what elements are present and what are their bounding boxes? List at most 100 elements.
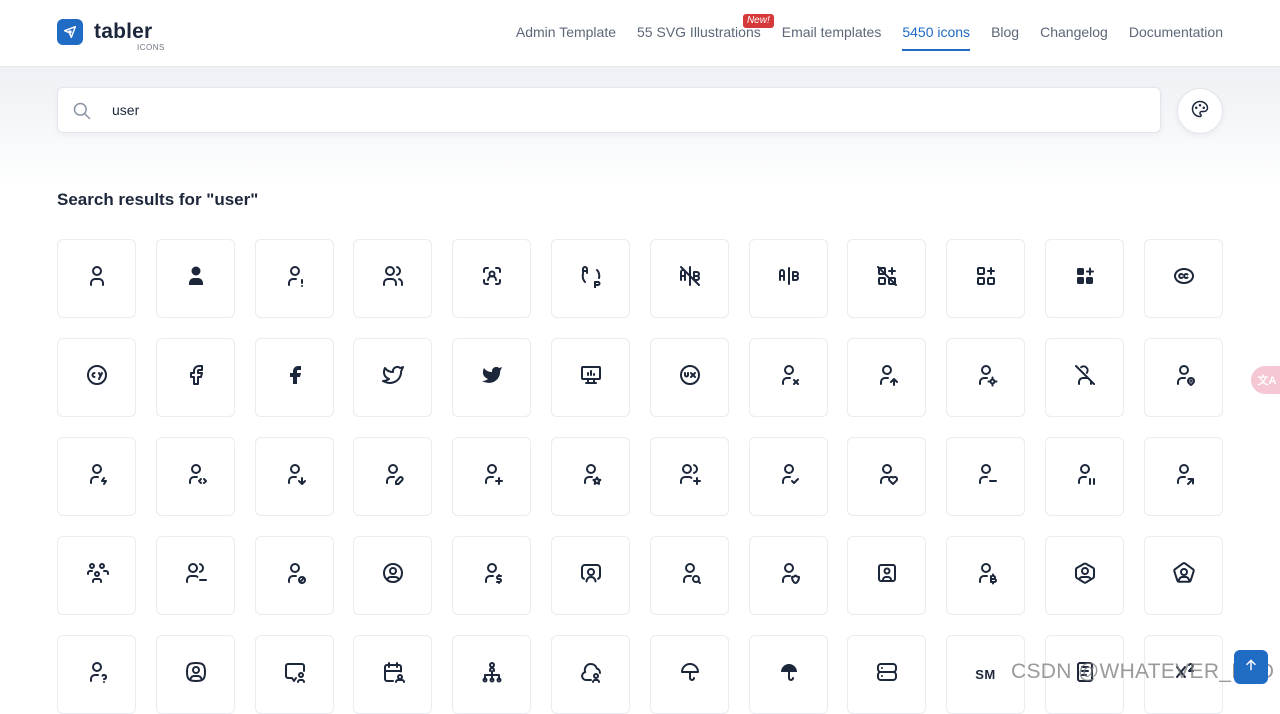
icon-tile[interactable] [57, 239, 136, 318]
nav-item-0[interactable]: Admin Template [516, 24, 616, 51]
icon-tile[interactable] [551, 635, 630, 714]
icon-tile[interactable] [452, 338, 531, 417]
icon-tile[interactable] [57, 437, 136, 516]
icon-tile[interactable] [1144, 239, 1223, 318]
results-heading: Search results for "user" [57, 190, 259, 209]
icon-tile[interactable] [946, 338, 1025, 417]
user-exclamation-icon [283, 264, 307, 293]
icon-tile[interactable] [946, 437, 1025, 516]
icon-tile[interactable] [650, 437, 729, 516]
nav-item-3[interactable]: 5450 icons [902, 24, 971, 51]
nav-item-4[interactable]: Blog [991, 24, 1019, 51]
icon-tile[interactable] [57, 635, 136, 714]
icon-tile[interactable] [156, 635, 235, 714]
nav-item-1[interactable]: 55 SVG Illustrations New! [637, 14, 774, 51]
icon-tile[interactable] [847, 635, 926, 714]
logo[interactable]: tabler ICONS [57, 19, 164, 52]
calendar-user-icon [381, 660, 405, 689]
icon-tile[interactable] [353, 338, 432, 417]
icon-tile[interactable] [650, 635, 729, 714]
icon-tile[interactable] [847, 338, 926, 417]
nav-item-label: 5450 icons [902, 24, 971, 40]
device-desktop-analytics-icon [579, 363, 603, 392]
icon-tile[interactable] [1045, 338, 1124, 417]
apps-filled-icon [1073, 264, 1097, 293]
logo-sub: ICONS [137, 43, 165, 52]
icon-tile[interactable] [1045, 239, 1124, 318]
palette-icon [1190, 99, 1210, 124]
user-pause-icon [1073, 462, 1097, 491]
icon-tile[interactable] [353, 437, 432, 516]
icon-tile[interactable] [353, 536, 432, 615]
umbrella-filled-icon [777, 660, 801, 689]
icon-tile[interactable] [1144, 437, 1223, 516]
brand-twitter-filled-icon [480, 363, 504, 392]
brand-facebook-filled-icon [283, 363, 307, 392]
user-up-icon [875, 363, 899, 392]
icon-tile[interactable] [847, 437, 926, 516]
icon-tile[interactable] [1144, 338, 1223, 417]
nav-item-6[interactable]: Documentation [1129, 24, 1223, 51]
icon-tile[interactable] [353, 239, 432, 318]
icon-tile[interactable] [353, 635, 432, 714]
icon-tile[interactable] [452, 437, 531, 516]
icon-tile[interactable] [57, 536, 136, 615]
icon-tile[interactable] [452, 239, 531, 318]
user-filled-icon [184, 264, 208, 293]
icon-tile[interactable] [650, 239, 729, 318]
icon-tile[interactable] [650, 536, 729, 615]
search-box[interactable]: user [57, 87, 1161, 133]
icon-tile[interactable] [749, 635, 828, 714]
icon-tile[interactable] [551, 338, 630, 417]
icon-tile[interactable] [1144, 536, 1223, 615]
sm-icon: SM [975, 667, 996, 682]
translate-icon: 文A [1257, 375, 1277, 387]
icon-tile[interactable] [749, 239, 828, 318]
icon-tile[interactable] [551, 239, 630, 318]
icon-tile[interactable] [156, 437, 235, 516]
nav-item-5[interactable]: Changelog [1040, 24, 1108, 51]
scroll-top-button[interactable] [1234, 650, 1268, 684]
brand-creative-commons-by-icon [85, 363, 109, 392]
icon-tile[interactable] [452, 635, 531, 714]
user-plus-icon [480, 462, 504, 491]
user-shield-icon [777, 561, 801, 590]
icon-tile[interactable] [551, 536, 630, 615]
nav-item-label: Documentation [1128, 24, 1223, 40]
icon-tile[interactable] [255, 536, 334, 615]
palette-button[interactable] [1177, 88, 1223, 134]
icon-tile[interactable] [255, 635, 334, 714]
icon-tile[interactable] [749, 338, 828, 417]
icon-tile[interactable] [1045, 536, 1124, 615]
icon-tile[interactable] [1045, 437, 1124, 516]
icon-tile[interactable] [57, 338, 136, 417]
user-pentagon-icon [1172, 561, 1196, 590]
translate-button[interactable]: 文A [1251, 366, 1280, 394]
ux-circle-icon [678, 363, 702, 392]
logo-pen-icon [57, 19, 83, 45]
icon-tile[interactable] [749, 536, 828, 615]
icon-tile[interactable] [847, 536, 926, 615]
icon-tile[interactable] [255, 239, 334, 318]
icon-tile[interactable] [749, 437, 828, 516]
icon-tile[interactable] [946, 239, 1025, 318]
brand-facebook-icon [184, 363, 208, 392]
nav-item-label: Email templates [781, 24, 882, 40]
icon-tile[interactable] [255, 437, 334, 516]
a-b-2-icon [579, 264, 603, 293]
nav-item-2[interactable]: Email templates [782, 24, 882, 51]
icon-row [57, 536, 1223, 615]
icon-tile[interactable] [156, 338, 235, 417]
icon-tile[interactable] [156, 536, 235, 615]
icon-tile[interactable] [847, 239, 926, 318]
new-badge: New! [742, 14, 774, 28]
icon-tile[interactable] [946, 536, 1025, 615]
user-cog-icon [974, 363, 998, 392]
icon-tile[interactable] [551, 437, 630, 516]
icon-tile[interactable] [255, 338, 334, 417]
search-input[interactable]: user [112, 102, 139, 118]
icon-tile[interactable] [156, 239, 235, 318]
icon-tile[interactable] [650, 338, 729, 417]
icon-tile[interactable] [452, 536, 531, 615]
users-icon [381, 264, 405, 293]
